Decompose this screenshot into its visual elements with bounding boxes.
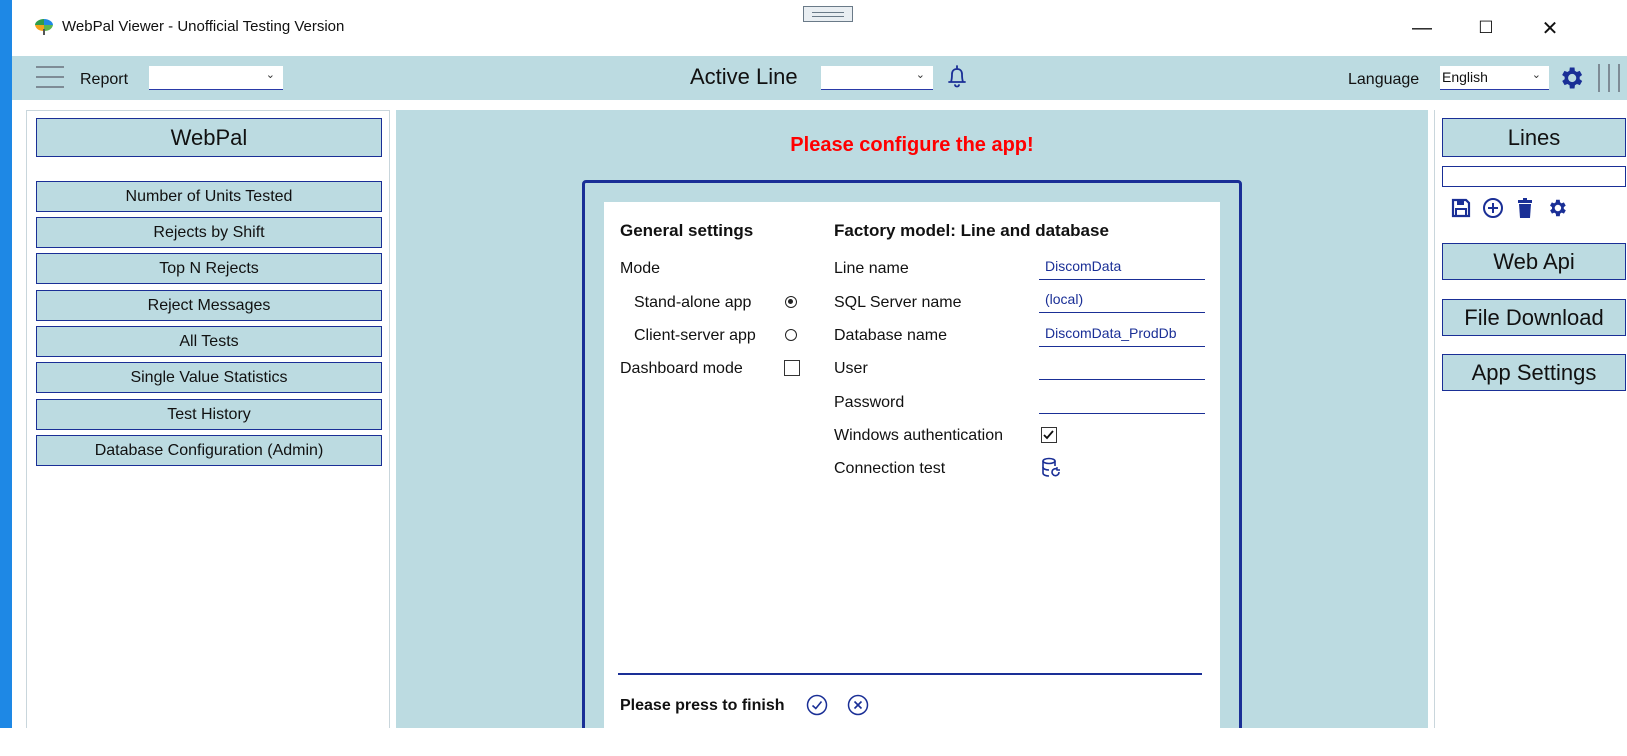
- nav-item-units-tested[interactable]: Number of Units Tested: [36, 181, 382, 212]
- web-api-button[interactable]: Web Api: [1442, 243, 1626, 280]
- lines-header-button[interactable]: Lines: [1442, 118, 1626, 157]
- nav-item-test-history[interactable]: Test History: [36, 399, 382, 430]
- mode-label: Mode: [620, 260, 661, 277]
- report-label: Report: [80, 71, 129, 88]
- active-line-label: Active Line: [690, 64, 798, 89]
- database-refresh-icon[interactable]: [1041, 457, 1063, 479]
- line-name-label: Line name: [834, 260, 909, 277]
- nav-item-reject-messages[interactable]: Reject Messages: [36, 290, 382, 321]
- file-download-button[interactable]: File Download: [1442, 299, 1626, 336]
- password-input[interactable]: [1039, 392, 1205, 414]
- drag-handle[interactable]: [803, 6, 853, 22]
- user-input[interactable]: [1039, 358, 1205, 380]
- cancel-circle-icon[interactable]: [847, 694, 869, 716]
- windows-auth-label: Windows authentication: [834, 427, 1003, 444]
- language-select[interactable]: English ⌄: [1440, 66, 1549, 90]
- checkmark-icon: [1043, 430, 1054, 440]
- nav-item-rejects-by-shift[interactable]: Rejects by Shift: [36, 217, 382, 248]
- chevron-down-icon: ⌄: [265, 69, 275, 81]
- gear-icon[interactable]: [1557, 64, 1585, 92]
- sql-server-label: SQL Server name: [834, 294, 962, 311]
- language-label: Language: [1348, 71, 1420, 88]
- nav-item-single-value-statistics[interactable]: Single Value Statistics: [36, 362, 382, 393]
- configure-message: Please configure the app!: [790, 134, 1034, 156]
- standalone-label: Stand-alone app: [634, 294, 752, 311]
- chevron-down-icon: ⌄: [915, 69, 925, 81]
- language-select-value: English: [1442, 69, 1488, 85]
- maximize-button[interactable]: ☐: [1463, 10, 1509, 46]
- standalone-radio[interactable]: [785, 296, 797, 308]
- general-settings-title: General settings: [620, 221, 754, 240]
- client-server-label: Client-server app: [634, 327, 756, 344]
- lines-input[interactable]: [1442, 166, 1626, 187]
- gear-icon[interactable]: [1546, 197, 1568, 219]
- finish-label: Please press to finish: [620, 697, 785, 714]
- database-name-label: Database name: [834, 327, 947, 344]
- nav-item-all-tests[interactable]: All Tests: [36, 326, 382, 357]
- dashboard-mode-label: Dashboard mode: [620, 360, 743, 377]
- minimize-button[interactable]: —: [1399, 10, 1445, 46]
- user-label: User: [834, 360, 868, 377]
- dialog-divider: [618, 673, 1202, 675]
- password-label: Password: [834, 394, 905, 411]
- window-title: WebPal Viewer - Unofficial Testing Versi…: [62, 18, 345, 35]
- check-circle-icon[interactable]: [806, 694, 828, 716]
- webpal-header-button[interactable]: WebPal: [36, 118, 382, 157]
- nav-item-database-configuration[interactable]: Database Configuration (Admin): [36, 435, 382, 466]
- bell-icon[interactable]: [946, 64, 968, 90]
- connection-test-label: Connection test: [834, 460, 946, 477]
- panel-toggle-icon[interactable]: [1596, 64, 1622, 92]
- save-icon[interactable]: [1450, 197, 1472, 219]
- client-server-radio[interactable]: [785, 329, 797, 341]
- app-logo-icon: [35, 19, 53, 35]
- trash-icon[interactable]: [1514, 197, 1536, 219]
- close-button[interactable]: ✕: [1527, 10, 1573, 46]
- report-select[interactable]: ⌄: [149, 66, 283, 90]
- active-line-select[interactable]: ⌄: [821, 66, 933, 90]
- windows-auth-checkbox[interactable]: [1041, 427, 1057, 443]
- sql-server-input[interactable]: (local): [1039, 291, 1205, 313]
- window-left-edge: [0, 0, 12, 756]
- nav-item-top-n-rejects[interactable]: Top N Rejects: [36, 253, 382, 284]
- app-settings-button[interactable]: App Settings: [1442, 354, 1626, 391]
- add-circle-icon[interactable]: [1482, 197, 1504, 219]
- line-name-input[interactable]: DiscomData: [1039, 258, 1205, 280]
- hamburger-icon[interactable]: [36, 66, 64, 88]
- dashboard-mode-checkbox[interactable]: [784, 360, 800, 376]
- database-name-input[interactable]: DiscomData_ProdDb: [1039, 325, 1205, 347]
- factory-model-title: Factory model: Line and database: [834, 221, 1109, 240]
- bottom-edge: [0, 728, 1627, 756]
- chevron-down-icon: ⌄: [1531, 69, 1541, 81]
